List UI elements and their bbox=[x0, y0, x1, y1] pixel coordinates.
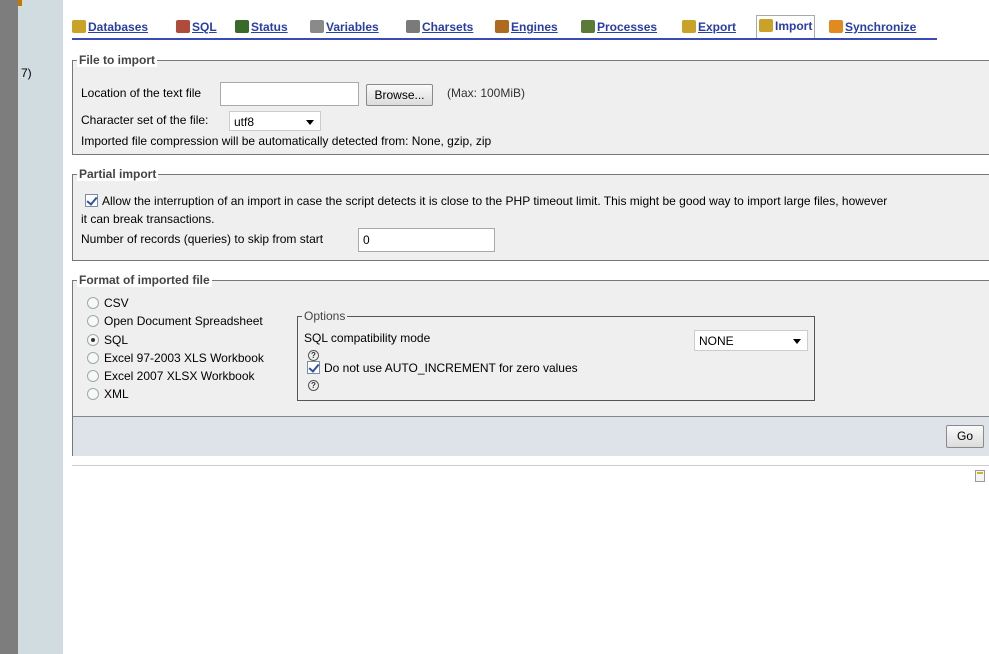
tab-import[interactable]: Import bbox=[756, 15, 816, 39]
tab-label: SQL bbox=[192, 20, 217, 34]
radio-xls[interactable] bbox=[87, 352, 99, 364]
chevron-down-icon bbox=[306, 120, 314, 125]
chevron-down-icon bbox=[793, 339, 801, 344]
tab-export[interactable]: Export bbox=[682, 17, 736, 39]
charset-select[interactable]: utf8 bbox=[229, 111, 321, 131]
file-import-fieldset: File to import Location of the text file… bbox=[72, 53, 989, 155]
navigation-frame: 7) bbox=[18, 0, 63, 654]
skip-queries-input[interactable] bbox=[358, 228, 495, 252]
radio-xml[interactable] bbox=[87, 388, 99, 400]
tab-status[interactable]: Status bbox=[235, 17, 288, 39]
export-icon bbox=[682, 20, 696, 33]
partial-import-fieldset: Partial import Allow the interruption of… bbox=[72, 167, 989, 261]
skip-label: Number of records (queries) to skip from… bbox=[81, 232, 324, 246]
processes-icon bbox=[581, 20, 595, 33]
server-tabs: Databases SQL Status Variables Charsets … bbox=[72, 15, 989, 39]
synchronize-icon bbox=[829, 20, 843, 33]
go-button[interactable]: Go bbox=[946, 425, 984, 448]
sql-compat-value: NONE bbox=[699, 334, 734, 348]
tab-underline bbox=[72, 38, 937, 40]
format-option-csv[interactable]: CSV bbox=[87, 296, 129, 310]
format-option-label: SQL bbox=[104, 333, 129, 347]
tab-variables[interactable]: Variables bbox=[310, 17, 379, 39]
format-option-xls[interactable]: Excel 97-2003 XLS Workbook bbox=[87, 351, 264, 365]
location-label: Location of the text file bbox=[81, 86, 202, 100]
tab-label: Synchronize bbox=[845, 20, 917, 34]
sql-icon bbox=[176, 20, 190, 33]
options-fieldset: Options SQL compatibility mode NONE ? Do… bbox=[297, 309, 815, 401]
window-edge bbox=[0, 0, 18, 654]
radio-sql[interactable] bbox=[87, 334, 99, 346]
format-option-xml[interactable]: XML bbox=[87, 387, 129, 401]
tab-label: Import bbox=[775, 19, 813, 33]
partial-import-legend: Partial import bbox=[77, 167, 159, 181]
format-option-ods[interactable]: Open Document Spreadsheet bbox=[87, 314, 263, 328]
new-window-icon[interactable] bbox=[975, 470, 985, 482]
format-option-label: Open Document Spreadsheet bbox=[104, 314, 263, 328]
browse-button[interactable]: Browse... bbox=[366, 84, 433, 106]
help-icon[interactable]: ? bbox=[308, 350, 319, 361]
radio-csv[interactable] bbox=[87, 297, 99, 309]
tab-label: Export bbox=[698, 20, 737, 34]
radio-xlsx[interactable] bbox=[87, 370, 99, 382]
tab-processes[interactable]: Processes bbox=[581, 17, 657, 39]
tab-synchronize[interactable]: Synchronize bbox=[829, 17, 916, 39]
go-bar: Go bbox=[73, 416, 989, 456]
help-icon[interactable]: ? bbox=[308, 380, 319, 391]
tab-label: Engines bbox=[511, 20, 558, 34]
sql-compat-select[interactable]: NONE bbox=[694, 330, 808, 351]
tab-engines[interactable]: Engines bbox=[495, 17, 558, 39]
format-option-label: Excel 2007 XLSX Workbook bbox=[104, 369, 255, 383]
radio-ods[interactable] bbox=[87, 315, 99, 327]
tab-charsets[interactable]: Charsets bbox=[406, 17, 473, 39]
tab-label: Charsets bbox=[422, 20, 474, 34]
allow-interrupt-row: Allow the interruption of an import in c… bbox=[85, 194, 887, 208]
allow-interrupt-label: Allow the interruption of an import in c… bbox=[102, 194, 888, 208]
max-size-note: (Max: 100MiB) bbox=[447, 86, 526, 100]
charsets-icon bbox=[406, 20, 420, 33]
tab-label: Status bbox=[251, 20, 288, 34]
databases-icon bbox=[72, 20, 86, 33]
allow-interrupt-checkbox[interactable] bbox=[85, 194, 98, 207]
options-legend: Options bbox=[302, 309, 348, 323]
format-option-sql[interactable]: SQL bbox=[87, 333, 128, 347]
no-auto-inc-row: Do not use AUTO_INCREMENT for zero value… bbox=[307, 361, 578, 375]
format-option-xlsx[interactable]: Excel 2007 XLSX Workbook bbox=[87, 369, 255, 383]
footer-divider bbox=[72, 465, 989, 466]
tab-sql[interactable]: SQL bbox=[176, 17, 217, 39]
nav-fragment: 7) bbox=[21, 66, 32, 80]
compression-note: Imported file compression will be automa… bbox=[81, 134, 492, 148]
format-legend: Format of imported file bbox=[77, 273, 212, 287]
variables-icon bbox=[310, 20, 324, 33]
no-auto-inc-label: Do not use AUTO_INCREMENT for zero value… bbox=[324, 361, 578, 375]
import-icon bbox=[759, 19, 773, 32]
sql-compat-label: SQL compatibility mode bbox=[304, 331, 431, 345]
tab-databases[interactable]: Databases bbox=[72, 17, 148, 39]
format-option-label: Excel 97-2003 XLS Workbook bbox=[104, 351, 264, 365]
format-option-label: CSV bbox=[104, 296, 129, 310]
tab-label: Databases bbox=[88, 20, 149, 34]
main-frame: Databases SQL Status Variables Charsets … bbox=[63, 0, 989, 654]
status-icon bbox=[235, 20, 249, 33]
tab-label: Variables bbox=[326, 20, 379, 34]
allow-interrupt-label-cont: it can break transactions. bbox=[81, 212, 215, 226]
charset-value: utf8 bbox=[234, 115, 255, 129]
format-option-label: XML bbox=[104, 387, 129, 401]
nav-marker bbox=[18, 0, 22, 6]
format-fieldset: Format of imported file CSV Open Documen… bbox=[72, 273, 989, 456]
tab-label: Processes bbox=[597, 20, 658, 34]
file-import-legend: File to import bbox=[77, 53, 157, 67]
charset-label: Character set of the file: bbox=[81, 113, 209, 127]
file-path-input[interactable] bbox=[220, 82, 359, 106]
no-auto-inc-checkbox[interactable] bbox=[307, 361, 320, 374]
engines-icon bbox=[495, 20, 509, 33]
